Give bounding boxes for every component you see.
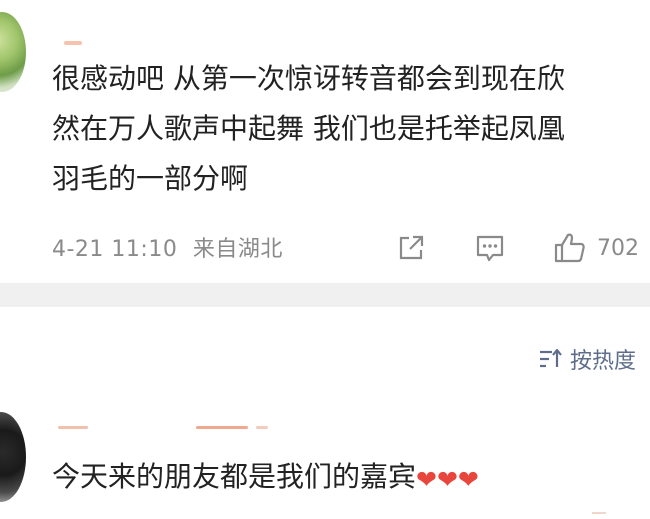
username-redacted bbox=[256, 426, 268, 429]
like-button[interactable]: 702 bbox=[553, 228, 639, 268]
heart-emoji: ❤ bbox=[457, 465, 479, 494]
like-count: 702 bbox=[597, 235, 639, 261]
username-redacted bbox=[196, 426, 248, 429]
comment-text: 今天来的朋友都是我们的嘉宾❤❤❤ bbox=[52, 452, 644, 505]
avatar[interactable] bbox=[0, 412, 26, 502]
comment-line: 然在万人歌声中起舞 我们也是托举起凤凰 bbox=[52, 112, 565, 145]
reply-button[interactable] bbox=[474, 228, 506, 268]
comment-line: 很感动吧 从第一次惊讶转音都会到现在欣 bbox=[52, 62, 565, 95]
sort-label: 按热度 bbox=[569, 349, 636, 374]
thumbs-up-icon bbox=[554, 233, 585, 263]
comment-feed: 很感动吧 从第一次惊讶转音都会到现在欣 然在万人歌声中起舞 我们也是托举起凤凰 … bbox=[0, 0, 650, 519]
avatar[interactable] bbox=[0, 12, 26, 92]
username-redacted bbox=[58, 426, 88, 429]
username-redacted bbox=[64, 41, 82, 45]
heart-emoji: ❤ bbox=[416, 465, 437, 494]
section-divider bbox=[0, 283, 650, 307]
share-icon bbox=[399, 235, 424, 260]
share-button[interactable] bbox=[396, 228, 426, 268]
sort-icon bbox=[539, 348, 562, 368]
comment-text: 很感动吧 从第一次惊讶转音都会到现在欣 然在万人歌声中起舞 我们也是托举起凤凰 … bbox=[52, 54, 644, 204]
comment-icon bbox=[476, 235, 504, 262]
comment-line: 羽毛的一部分啊 bbox=[52, 162, 249, 195]
sort-by-hot-button[interactable]: 按热度 bbox=[538, 343, 636, 375]
heart-emoji: ❤ bbox=[436, 465, 458, 494]
comment-meta: 4-21 11:10 来自湖北 bbox=[52, 231, 283, 263]
location: 来自湖北 bbox=[192, 237, 283, 262]
comment-body: 今天来的朋友都是我们的嘉宾 bbox=[52, 460, 417, 493]
timestamp: 4-21 11:10 bbox=[52, 237, 178, 262]
clipped-content bbox=[592, 512, 606, 514]
